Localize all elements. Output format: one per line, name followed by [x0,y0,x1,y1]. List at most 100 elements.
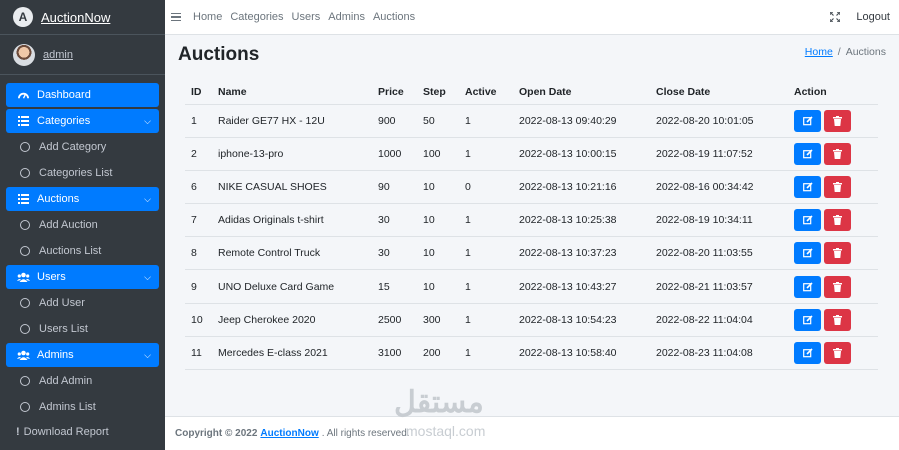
edit-icon [802,348,813,358]
sidebar-subitem-label: Categories List [39,167,113,179]
column-header-close-date: Close Date [650,80,788,105]
exclamation-icon: ! [16,426,20,438]
sidebar-item-categories-list[interactable]: Categories List [6,161,159,185]
footer-brand-link[interactable]: AuctionNow [260,428,318,439]
list-icon [16,194,30,204]
sidebar-item-add-category[interactable]: Add Category [6,135,159,159]
sidebar-item-download-report[interactable]: ! Download Report [6,421,159,443]
chevron-down-icon: ⌵ [144,271,151,282]
cell-step: 50 [417,104,459,138]
edit-button[interactable] [794,109,821,132]
sidebar-subitem-label: Admins List [39,401,96,413]
cell-open-date: 2022-08-13 10:37:23 [513,236,650,271]
trash-icon [833,181,842,192]
sidebar-item-add-auction[interactable]: Add Auction [6,213,159,237]
edit-icon [802,281,813,291]
circle-icon [20,324,30,334]
table-row: 7 Adidas Originals t-shirt 30 10 1 2022-08-13… [185,203,878,238]
trash-icon [833,248,842,259]
cell-price: 30 [372,203,417,238]
brand-name[interactable]: AuctionNow [41,10,110,25]
cell-id: 8 [185,236,212,271]
delete-button[interactable] [824,308,851,331]
delete-button[interactable] [824,275,851,298]
edit-icon [802,149,813,159]
list-icon [16,116,30,126]
cell-id: 9 [185,269,212,304]
table-header-row: ID Name Price Step Active Open Date Clos… [185,80,878,105]
delete-button[interactable] [824,175,851,198]
column-header-active: Active [459,80,513,105]
trash-icon [833,347,842,358]
fullscreen-icon[interactable] [829,11,842,23]
cell-name: Mercedes E-class 2021 [212,336,372,371]
user-name-link[interactable]: admin [43,49,73,61]
cell-action [788,137,878,171]
nav-link-auctions[interactable]: Auctions [373,11,415,23]
sidebar-item-auctions[interactable]: Auctions ⌵ [6,187,159,211]
sidebar-item-admins-list[interactable]: Admins List [6,395,159,419]
cell-price: 3100 [372,336,417,371]
cell-action [788,203,878,238]
edit-button[interactable] [794,209,821,232]
cell-close-date: 2022-08-22 11:04:04 [650,303,788,337]
cell-open-date: 2022-08-13 10:21:16 [513,170,650,205]
edit-button[interactable] [794,341,821,364]
cell-open-date: 2022-08-13 10:25:38 [513,203,650,238]
nav-link-admins[interactable]: Admins [328,11,365,23]
nav-link-categories[interactable]: Categories [230,11,283,23]
table-row: 1 Raider GE77 HX - 12U 900 50 1 2022-08-13 09… [185,104,878,138]
breadcrumb-home-link[interactable]: Home [805,46,833,58]
cell-active: 1 [459,203,513,238]
brand-link[interactable]: A AuctionNow [0,0,165,35]
cell-name: NIKE CASUAL SHOES [212,170,372,205]
chevron-down-icon: ⌵ [144,193,151,204]
circle-icon [20,402,30,412]
delete-button[interactable] [824,109,851,132]
sidebar-item-categories[interactable]: Categories ⌵ [6,109,159,133]
cell-active: 1 [459,236,513,271]
sidebar-item-users-list[interactable]: Users List [6,317,159,341]
cell-action [788,303,878,337]
column-header-open-date: Open Date [513,80,650,105]
edit-button[interactable] [794,142,821,165]
sidebar-item-add-user[interactable]: Add User [6,291,159,315]
sidebar-item-add-admin[interactable]: Add Admin [6,369,159,393]
cell-action [788,170,878,205]
logout-link[interactable]: Logout [856,11,890,23]
column-header-price: Price [372,80,417,105]
edit-button[interactable] [794,175,821,198]
sidebar-item-users[interactable]: Users ⌵ [6,265,159,289]
sidebar-subitem-label: Users List [39,323,88,335]
cell-price: 1000 [372,137,417,171]
delete-button[interactable] [824,209,851,232]
edit-icon [802,215,813,225]
hamburger-menu-icon[interactable] [171,12,181,22]
sidebar-item-dashboard[interactable]: Dashboard [6,83,159,107]
cell-close-date: 2022-08-16 00:34:42 [650,170,788,205]
delete-button[interactable] [824,242,851,265]
table-row: 8 Remote Control Truck 30 10 1 2022-08-13 10:… [185,236,878,271]
cell-close-date: 2022-08-21 11:03:57 [650,269,788,304]
sidebar-item-label: Download Report [23,426,109,438]
cell-active: 1 [459,336,513,371]
cell-active: 1 [459,104,513,138]
footer-copyright: Copyright © 2022 [175,428,258,439]
delete-button[interactable] [824,341,851,364]
edit-button[interactable] [794,275,821,298]
sidebar-item-admins[interactable]: Admins ⌵ [6,343,159,367]
cell-id: 1 [185,104,212,138]
sidebar-item-auctions-list[interactable]: Auctions List [6,239,159,263]
nav-link-users[interactable]: Users [292,11,321,23]
table-row: 2 iphone-13-pro 1000 100 1 2022-08-13 10:00:1… [185,137,878,171]
delete-button[interactable] [824,142,851,165]
trash-icon [833,115,842,126]
main-content: Auctions Home / Auctions ID Name Price Ste… [165,35,899,416]
edit-icon [802,315,813,325]
edit-button[interactable] [794,308,821,331]
edit-button[interactable] [794,242,821,265]
nav-link-home[interactable]: Home [193,11,222,23]
cell-name: Remote Control Truck [212,236,372,271]
trash-icon [833,281,842,292]
top-navbar: Home Categories Users Admins Auctions Lo… [165,0,899,35]
